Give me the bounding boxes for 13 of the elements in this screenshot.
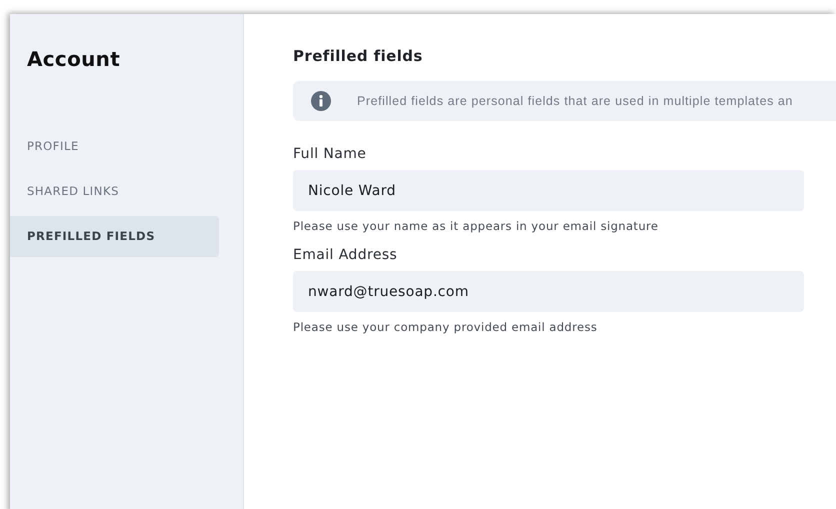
info-icon — [311, 91, 331, 111]
sidebar-item[interactable]: PREFILLED FIELDS — [10, 216, 219, 257]
sidebar-title: Account — [26, 46, 122, 72]
field-label: Email Address — [293, 246, 398, 264]
field-hint: Please use your company provided email address — [293, 319, 598, 335]
field-hint: Please use your name as it appears in your email signature — [293, 218, 660, 234]
info-text: Prefilled fields are personal fields that are used in multiple templates an — [357, 94, 793, 108]
input-field[interactable]: nward@truesoap.com — [293, 271, 804, 312]
sidebar-item[interactable]: SHARED LINKS — [10, 171, 219, 212]
field-label: Full Name — [293, 145, 368, 163]
section-heading: Prefilled fields — [293, 46, 424, 66]
sidebar-item[interactable]: PROFILE — [10, 126, 219, 167]
input-field[interactable]: Nicole Ward — [293, 170, 804, 211]
